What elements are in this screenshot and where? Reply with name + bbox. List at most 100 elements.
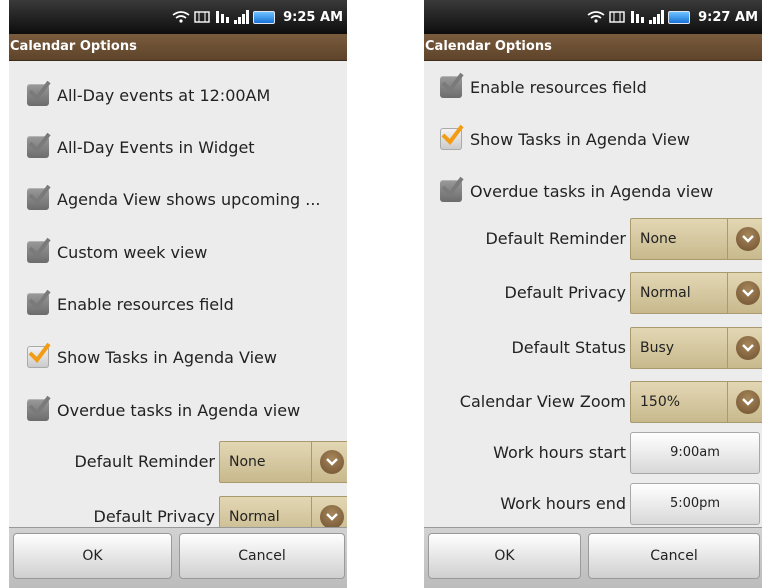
spinner-value: 150% (640, 394, 681, 410)
check-icon (441, 72, 464, 94)
default-privacy-spinner[interactable]: Normal (219, 496, 347, 528)
spinner-value: None (640, 231, 677, 247)
checkbox[interactable] (440, 176, 464, 202)
option-label: Agenda View shows upcoming ... (57, 189, 321, 209)
battery-icon (668, 10, 691, 24)
options-list[interactable]: All-Day events at 12:00AM All-Day Events… (9, 61, 347, 528)
option-label: Enable resources field (57, 294, 234, 314)
setting-default-status: Default Status Busy (424, 326, 762, 370)
chevron-down-icon[interactable] (320, 505, 344, 528)
setting-default-privacy: Default Privacy Normal (9, 495, 347, 528)
checkbox[interactable] (27, 184, 51, 210)
ok-button[interactable]: OK (428, 533, 581, 579)
sync-icon (609, 10, 625, 24)
checkbox[interactable] (27, 289, 51, 315)
setting-default-reminder: Default Reminder None (424, 217, 762, 261)
spinner-divider (727, 219, 728, 259)
calendar-view-zoom-spinner[interactable]: 150% (630, 381, 762, 423)
check-icon (28, 395, 51, 417)
check-icon (28, 237, 51, 259)
option-show-tasks-in-agenda[interactable]: Show Tasks in Agenda View (440, 124, 690, 154)
phone-screen-left: 9:25 AM Calendar Options All-Day events … (9, 0, 347, 588)
setting-calendar-view-zoom: Calendar View Zoom 150% (424, 380, 762, 424)
option-label: Show Tasks in Agenda View (470, 129, 690, 149)
spinner-value: Normal (640, 285, 691, 301)
checkbox[interactable] (27, 237, 51, 263)
option-overdue-tasks-in-agenda[interactable]: Overdue tasks in Agenda view (27, 395, 300, 425)
cancel-button[interactable]: Cancel (588, 533, 760, 579)
option-custom-week-view[interactable]: Custom week view (27, 237, 207, 267)
setting-label: Default Status (511, 338, 626, 357)
setting-default-privacy: Default Privacy Normal (424, 271, 762, 315)
checkbox[interactable] (27, 342, 51, 368)
setting-label: Default Privacy (504, 283, 626, 302)
cancel-button[interactable]: Cancel (179, 533, 345, 579)
option-all-day-events-at-midnight[interactable]: All-Day events at 12:00AM (27, 80, 270, 110)
option-overdue-tasks-in-agenda[interactable]: Overdue tasks in Agenda view (440, 176, 713, 206)
check-icon (441, 124, 464, 146)
sync-icon (194, 10, 210, 24)
setting-default-reminder: Default Reminder None (9, 440, 347, 484)
work-hours-end-button[interactable]: 5:00pm (630, 483, 760, 525)
dialog-title: Calendar Options (9, 34, 347, 61)
setting-work-hours-end: Work hours end 5:00pm (424, 482, 762, 526)
battery-icon (253, 10, 276, 24)
option-agenda-view-upcoming[interactable]: Agenda View shows upcoming ... (27, 184, 321, 214)
chevron-down-icon[interactable] (736, 336, 760, 360)
dialog-title: Calendar Options (424, 34, 762, 61)
signal-icon (649, 10, 665, 24)
chevron-down-icon[interactable] (736, 281, 760, 305)
status-bar: 9:27 AM (424, 0, 762, 34)
default-reminder-spinner[interactable]: None (630, 218, 762, 260)
status-clock: 9:27 AM (698, 9, 758, 25)
check-icon (28, 184, 51, 206)
dialog-button-bar: OK Cancel (9, 527, 347, 588)
spinner-divider (311, 497, 312, 528)
network-type-icon (629, 10, 645, 24)
wifi-icon (172, 10, 190, 24)
check-icon (28, 342, 51, 364)
option-label: Overdue tasks in Agenda view (470, 181, 714, 201)
chevron-down-icon[interactable] (736, 390, 760, 414)
spinner-divider (727, 382, 728, 422)
option-enable-resources-field[interactable]: Enable resources field (440, 72, 647, 102)
setting-label: Default Reminder (74, 452, 215, 471)
spinner-value: Normal (229, 509, 280, 525)
checkbox[interactable] (27, 80, 51, 106)
spinner-divider (727, 328, 728, 368)
spinner-divider (311, 442, 312, 482)
check-icon (28, 132, 51, 154)
work-hours-start-button[interactable]: 9:00am (630, 432, 760, 474)
setting-label: Default Privacy (93, 507, 215, 526)
default-status-spinner[interactable]: Busy (630, 327, 762, 369)
option-enable-resources-field[interactable]: Enable resources field (27, 289, 234, 319)
spinner-divider (727, 273, 728, 313)
default-privacy-spinner[interactable]: Normal (630, 272, 762, 314)
options-list[interactable]: Enable resources field Show Tasks in Age… (424, 62, 762, 528)
checkbox[interactable] (440, 124, 464, 150)
setting-work-hours-start: Work hours start 9:00am (424, 431, 762, 475)
chevron-down-icon[interactable] (736, 227, 760, 251)
option-label: Overdue tasks in Agenda view (57, 400, 301, 420)
setting-label: Work hours start (493, 443, 626, 462)
default-reminder-spinner[interactable]: None (219, 441, 347, 483)
option-label: Show Tasks in Agenda View (57, 347, 277, 367)
option-label: Custom week view (57, 242, 208, 262)
spinner-value: Busy (640, 340, 675, 356)
phone-screen-right: 9:27 AM Calendar Options Enable resource… (424, 0, 762, 588)
status-bar: 9:25 AM (9, 0, 347, 34)
ok-button[interactable]: OK (13, 533, 172, 579)
wifi-icon (587, 10, 605, 24)
check-icon (28, 80, 51, 102)
option-all-day-events-in-widget[interactable]: All-Day Events in Widget (27, 132, 255, 162)
option-show-tasks-in-agenda[interactable]: Show Tasks in Agenda View (27, 342, 277, 372)
option-label: All-Day Events in Widget (57, 137, 255, 157)
checkbox[interactable] (27, 132, 51, 158)
spinner-value: None (229, 454, 266, 470)
checkbox[interactable] (440, 72, 464, 98)
setting-label: Default Reminder (485, 229, 626, 248)
option-label: Enable resources field (470, 77, 647, 97)
setting-label: Calendar View Zoom (459, 392, 626, 411)
checkbox[interactable] (27, 395, 51, 421)
chevron-down-icon[interactable] (320, 450, 344, 474)
